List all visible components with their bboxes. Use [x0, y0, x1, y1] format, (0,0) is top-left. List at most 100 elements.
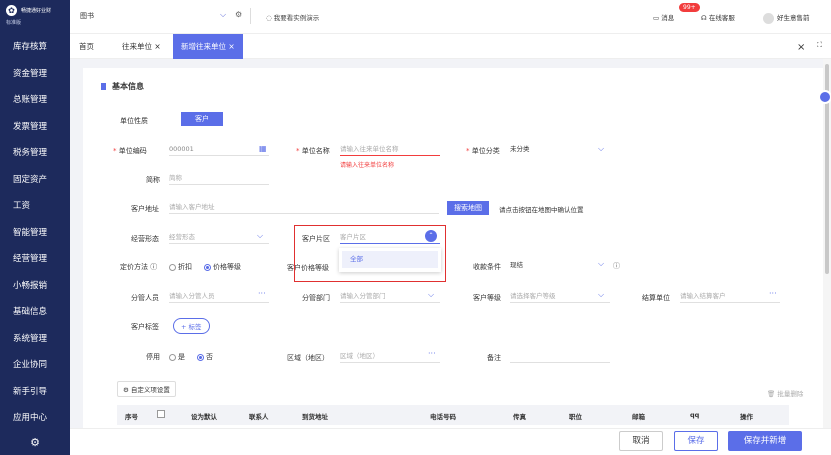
- area-field[interactable]: 区域（地区）: [340, 350, 440, 363]
- sidebar-item[interactable]: 应用中心: [0, 405, 70, 432]
- grade-select[interactable]: 请选择客户等级: [510, 290, 610, 303]
- sidebar-item[interactable]: 经营管理: [0, 246, 70, 273]
- add-tag-button[interactable]: + 标签: [173, 318, 210, 334]
- more-icon[interactable]: ···: [428, 349, 436, 358]
- help-icon[interactable]: ⓘ: [150, 263, 157, 271]
- settle-label: 结算单位: [642, 294, 670, 302]
- collect-select[interactable]: 现结: [510, 259, 610, 272]
- chevron-down-icon[interactable]: ⌵: [598, 290, 604, 300]
- settle-field[interactable]: 请输入结算客户: [680, 290, 780, 303]
- gear-icon[interactable]: ⚙: [235, 10, 242, 19]
- divider: [250, 8, 251, 24]
- map-hint: 请点击按钮在地图中确认位置: [499, 206, 584, 214]
- calendar-icon[interactable]: ▦: [259, 144, 267, 153]
- address-label: 客户地址: [131, 205, 159, 213]
- logo-edition: 标准版: [6, 20, 22, 26]
- sidebar-item[interactable]: 总账管理: [0, 87, 70, 114]
- more-icon[interactable]: ···: [258, 289, 266, 298]
- column-header: 传真: [513, 413, 526, 421]
- region-option-all[interactable]: 全部: [342, 251, 438, 268]
- column-header: qq: [690, 411, 700, 419]
- short-field[interactable]: 简称: [169, 172, 269, 185]
- biz-form-select[interactable]: 经营形态: [169, 231, 269, 244]
- biz-form-label: 经营形态: [131, 235, 159, 243]
- sidebar-item[interactable]: 基础信息: [0, 299, 70, 326]
- sidebar-item[interactable]: 企业协同: [0, 352, 70, 379]
- close-icon[interactable]: ×: [797, 42, 805, 53]
- messages-button[interactable]: ▭ 消息: [653, 12, 674, 22]
- code-label: * 单位编码: [113, 147, 147, 155]
- radio-icon: [204, 263, 211, 271]
- help-icon[interactable]: ⓘ: [613, 261, 620, 271]
- chevron-down-icon[interactable]: ⌵: [428, 290, 434, 300]
- sidebar-item[interactable]: 税务管理: [0, 140, 70, 167]
- custom-fields-button[interactable]: ⚙ 自定义项设置: [117, 381, 176, 397]
- code-field[interactable]: 000001: [169, 143, 269, 156]
- unit-nature-button[interactable]: 客户: [181, 112, 223, 126]
- batch-delete-button[interactable]: 🗑 批量删除: [767, 388, 803, 398]
- company-select[interactable]: 图书: [80, 11, 94, 21]
- gear-icon[interactable]: ⚙: [0, 430, 70, 455]
- scrollbar[interactable]: [823, 59, 831, 428]
- tab-units[interactable]: 往来单位 ×: [122, 34, 161, 59]
- sidebar-item[interactable]: 固定资产: [0, 167, 70, 194]
- more-icon[interactable]: ···: [769, 289, 777, 298]
- unit-nature-label: 单位性质: [120, 117, 148, 125]
- dept-field[interactable]: 请输入分管部门: [340, 290, 440, 303]
- pricing-label: 定价方法 ⓘ: [120, 262, 157, 272]
- pricing-option-discount[interactable]: 折扣: [169, 262, 192, 272]
- assistant-icon[interactable]: [818, 90, 831, 104]
- tag-label: 客户标签: [131, 323, 159, 331]
- disabled-yes[interactable]: 是: [169, 352, 185, 362]
- avatar: [763, 12, 774, 24]
- batch-delete-label: 批量删除: [777, 390, 804, 398]
- address-field[interactable]: 请输入客户地址: [169, 201, 439, 214]
- name-field[interactable]: 请输入往来单位名称: [340, 143, 440, 156]
- note-field[interactable]: [510, 350, 610, 363]
- sidebar-item[interactable]: 新手引导: [0, 379, 70, 406]
- fullscreen-icon[interactable]: ⛶: [817, 41, 822, 50]
- tab-new-unit[interactable]: 新增往来单位 ×: [173, 34, 243, 59]
- select-all-checkbox[interactable]: [157, 410, 165, 418]
- manager-label: 分管人员: [131, 294, 159, 302]
- manager-field[interactable]: 请输入分管人员: [169, 290, 269, 303]
- cancel-button[interactable]: 取消: [619, 431, 663, 451]
- column-header: 设为默认: [191, 413, 217, 421]
- customer-service-button[interactable]: ☊ 在线客服: [701, 12, 735, 22]
- category-label-text: 单位分类: [471, 147, 500, 155]
- tab-home[interactable]: 首页: [79, 34, 94, 59]
- region-dropdown: 全部: [339, 248, 441, 272]
- sidebar-item[interactable]: 库存核算: [0, 34, 70, 61]
- demo-toggle-label: 我要看实例演示: [273, 14, 320, 22]
- sidebar-item[interactable]: 小畅报销: [0, 273, 70, 300]
- demo-toggle[interactable]: ◌ 我要看实例演示: [266, 12, 319, 22]
- chevron-down-icon[interactable]: ⌵: [598, 259, 604, 269]
- logo: ✿ 畅捷通好业财 标准版: [0, 0, 70, 34]
- sidebar-item[interactable]: 智能管理: [0, 220, 70, 247]
- area-label: 区域（地区）: [287, 354, 329, 362]
- section-title-label: 基本信息: [112, 82, 144, 91]
- chevron-down-icon[interactable]: ⌵: [598, 144, 604, 154]
- save-and-new-button[interactable]: 保存并新增: [728, 431, 802, 451]
- sidebar-item[interactable]: 发票管理: [0, 114, 70, 141]
- save-button[interactable]: 保存: [674, 431, 718, 451]
- pricing-option-level[interactable]: 价格等级: [204, 262, 241, 272]
- user-menu[interactable]: 好生意售前: [763, 12, 810, 24]
- chevron-up-icon[interactable]: ⌃: [425, 230, 437, 242]
- sidebar-item[interactable]: 资金管理: [0, 61, 70, 88]
- tab-label: 往来单位: [122, 42, 152, 51]
- sidebar-item[interactable]: 系统管理: [0, 326, 70, 353]
- pricing-label-text: 定价方法: [120, 263, 148, 271]
- search-map-button[interactable]: 搜索地图: [447, 201, 489, 215]
- disabled-no[interactable]: 否: [197, 352, 213, 362]
- disabled-label: 停用: [146, 353, 160, 361]
- category-select[interactable]: 未分类: [510, 143, 610, 156]
- custom-button-label: 自定义项设置: [130, 386, 170, 394]
- sidebar: ✿ 畅捷通好业财 标准版 库存核算 资金管理 总账管理 发票管理 税务管理 固定资…: [0, 0, 70, 455]
- sidebar-item[interactable]: 工资: [0, 193, 70, 220]
- column-header: 邮箱: [632, 413, 645, 421]
- chevron-down-icon[interactable]: ⌵: [220, 10, 226, 20]
- name-error: 请输入往来单位名称: [340, 162, 395, 169]
- user-name: 好生意售前: [777, 14, 810, 22]
- chevron-down-icon[interactable]: ⌵: [257, 231, 263, 241]
